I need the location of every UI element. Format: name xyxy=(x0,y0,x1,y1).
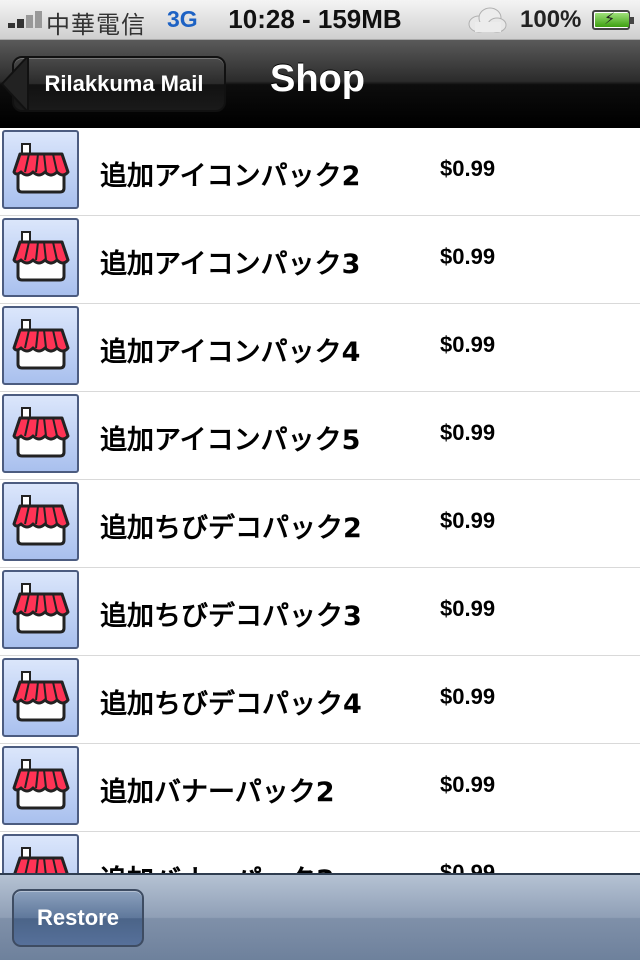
item-price: $0.99 xyxy=(440,860,496,873)
list-item[interactable]: 追加ちびデコパック4 $0.99 xyxy=(0,656,640,744)
item-price: $0.99 xyxy=(440,244,496,269)
shop-awning-icon xyxy=(2,394,79,473)
shop-awning-icon xyxy=(2,130,79,209)
list-item[interactable]: 追加バナーパック3 $0.99 xyxy=(0,832,640,873)
item-name: 追加バナーパック3 xyxy=(100,858,335,873)
shop-awning-icon xyxy=(2,482,79,561)
item-name: 追加アイコンパック4 xyxy=(100,337,361,368)
navigation-bar: Rilakkuma Mail Shop xyxy=(0,40,640,128)
list-item[interactable]: 追加アイコンパック5 $0.99 xyxy=(0,392,640,480)
item-name: 追加ちびデコパック3 xyxy=(100,601,362,632)
back-button[interactable]: Rilakkuma Mail xyxy=(0,56,226,112)
cloud-icon xyxy=(467,7,507,33)
back-button-label: Rilakkuma Mail xyxy=(44,71,204,96)
list-item[interactable]: 追加バナーパック2 $0.99 xyxy=(0,744,640,832)
item-price: $0.99 xyxy=(440,596,496,621)
product-list[interactable]: 追加アイコンパック2 $0.99 追加アイコンパック3 $0.99 追加アイコン… xyxy=(0,128,640,873)
item-price: $0.99 xyxy=(440,156,496,181)
list-item[interactable]: 追加アイコンパック2 $0.99 xyxy=(0,128,640,216)
item-price: $0.99 xyxy=(440,508,496,533)
item-price: $0.99 xyxy=(440,772,496,797)
item-name: 追加アイコンパック5 xyxy=(100,425,361,456)
lightning-bolt-icon: ⚡ xyxy=(604,11,616,28)
shop-awning-icon xyxy=(2,570,79,649)
status-bar: 中華電信 3G 10:28 - 159MB 100% ⚡ xyxy=(0,0,640,40)
item-name: 追加バナーパック2 xyxy=(100,777,335,808)
page-title: Shop xyxy=(270,58,365,100)
list-item[interactable]: 追加アイコンパック3 $0.99 xyxy=(0,216,640,304)
list-item[interactable]: 追加ちびデコパック3 $0.99 xyxy=(0,568,640,656)
battery-percent: 100% xyxy=(520,6,582,33)
restore-button[interactable]: Restore xyxy=(12,889,144,947)
item-price: $0.99 xyxy=(440,420,496,445)
item-price: $0.99 xyxy=(440,684,496,709)
battery-icon: ⚡ xyxy=(592,10,634,30)
shop-awning-icon xyxy=(2,834,79,873)
item-name: 追加ちびデコパック2 xyxy=(100,513,362,544)
item-name: 追加アイコンパック3 xyxy=(100,249,361,280)
list-item[interactable]: 追加ちびデコパック2 $0.99 xyxy=(0,480,640,568)
bottom-toolbar: Restore xyxy=(0,873,640,960)
shop-awning-icon xyxy=(2,658,79,737)
item-name: 追加アイコンパック2 xyxy=(100,161,361,192)
shop-awning-icon xyxy=(2,218,79,297)
shop-awning-icon xyxy=(2,746,79,825)
list-item[interactable]: 追加アイコンパック4 $0.99 xyxy=(0,304,640,392)
shop-awning-icon xyxy=(2,306,79,385)
item-price: $0.99 xyxy=(440,332,496,357)
item-name: 追加ちびデコパック4 xyxy=(100,689,362,720)
